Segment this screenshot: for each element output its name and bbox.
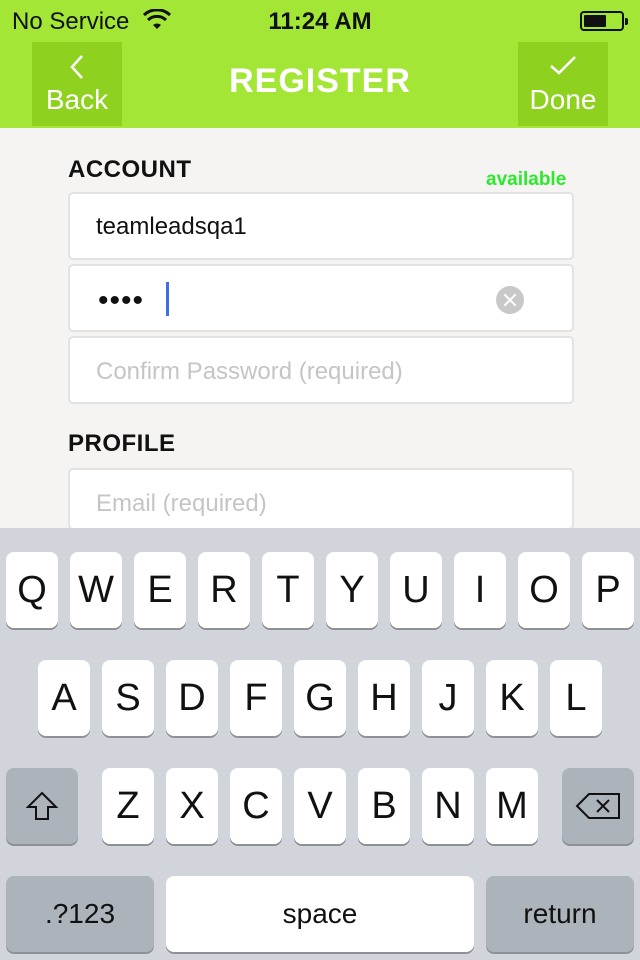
backspace-icon [575, 793, 620, 819]
account-heading: ACCOUNT [68, 156, 192, 183]
backspace-key[interactable] [562, 768, 634, 844]
clear-icon[interactable] [496, 286, 524, 314]
profile-heading: PROFILE [68, 430, 176, 457]
status-bar: No Service 11:24 AM [0, 0, 640, 40]
key-c[interactable]: C [230, 768, 282, 844]
key-k[interactable]: K [486, 660, 538, 736]
text-cursor [166, 282, 169, 316]
key-d[interactable]: D [166, 660, 218, 736]
key-w[interactable]: W [70, 552, 122, 628]
key-z[interactable]: Z [102, 768, 154, 844]
key-o[interactable]: O [518, 552, 570, 628]
key-p[interactable]: P [582, 552, 634, 628]
key-a[interactable]: A [38, 660, 90, 736]
navigation-bar: No Service 11:24 AM Back REGISTER Done [0, 0, 640, 128]
password-value: •••• [98, 284, 145, 317]
key-f[interactable]: F [230, 660, 282, 736]
key-l[interactable]: L [550, 660, 602, 736]
key-x[interactable]: X [166, 768, 218, 844]
done-label: Done [529, 84, 597, 115]
key-m[interactable]: M [486, 768, 538, 844]
username-value: teamleadsqa1 [96, 213, 247, 240]
space-key[interactable]: space [166, 876, 474, 952]
shift-key[interactable] [6, 768, 78, 844]
battery-level [584, 15, 606, 27]
email-field[interactable]: Email (required) [68, 468, 574, 530]
clock: 11:24 AM [268, 8, 372, 35]
key-j[interactable]: J [422, 660, 474, 736]
key-v[interactable]: V [294, 768, 346, 844]
key-h[interactable]: H [358, 660, 410, 736]
key-n[interactable]: N [422, 768, 474, 844]
key-s[interactable]: S [102, 660, 154, 736]
key-i[interactable]: I [454, 552, 506, 628]
key-g[interactable]: G [294, 660, 346, 736]
done-button[interactable]: Done [518, 42, 608, 126]
return-key[interactable]: return [486, 876, 634, 952]
key-e[interactable]: E [134, 552, 186, 628]
key-u[interactable]: U [390, 552, 442, 628]
shift-icon [25, 791, 59, 820]
confirm-password-placeholder: Confirm Password (required) [96, 358, 403, 385]
key-q[interactable]: Q [6, 552, 58, 628]
checkmark-icon [550, 56, 576, 75]
confirm-password-field[interactable]: Confirm Password (required) [68, 336, 574, 404]
key-t[interactable]: T [262, 552, 314, 628]
key-y[interactable]: Y [326, 552, 378, 628]
key-b[interactable]: B [358, 768, 410, 844]
battery-icon [580, 11, 628, 31]
username-field[interactable]: teamleadsqa1 [68, 192, 574, 260]
availability-status: available [486, 169, 567, 190]
key-r[interactable]: R [198, 552, 250, 628]
email-placeholder: Email (required) [96, 490, 267, 517]
keyboard: QWERTYUIOP ASDFGHJKL ZXCVBNM .?123 space… [0, 528, 640, 960]
numbers-key[interactable]: .?123 [6, 876, 154, 952]
password-field[interactable]: •••• [68, 264, 574, 332]
